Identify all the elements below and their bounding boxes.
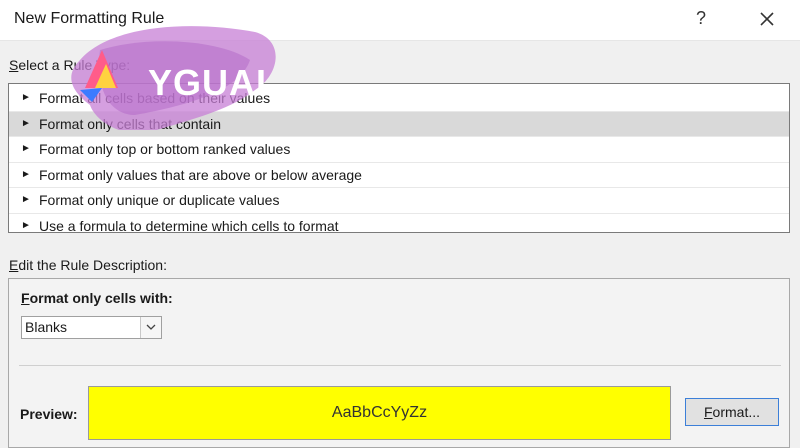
window-title: New Formatting Rule <box>14 10 165 27</box>
condition-select-value: Blanks <box>25 319 68 335</box>
rule-type-item[interactable]: ► Format all cells based on their values <box>9 86 789 112</box>
chevron-down-icon <box>146 324 156 330</box>
rule-type-label: Select a Rule Type: <box>9 57 131 73</box>
rule-type-item[interactable]: ► Use a formula to determine which cells … <box>9 214 789 239</box>
arrow-right-icon: ► <box>21 117 31 129</box>
rule-type-list[interactable]: ► Format all cells based on their values … <box>8 83 790 234</box>
rule-type-item[interactable]: ► Format only unique or duplicate values <box>9 188 789 214</box>
rule-type-item[interactable]: ► Format only values that are above or be… <box>9 163 789 189</box>
title-bar: New Formatting Rule ? <box>0 0 800 41</box>
divider <box>19 365 781 366</box>
rule-type-item-selected[interactable]: ► Format only cells that contain <box>9 111 789 138</box>
close-button[interactable] <box>752 4 782 34</box>
arrow-right-icon: ► <box>21 219 31 231</box>
dropdown-button[interactable] <box>140 317 161 338</box>
preview-box: AaBbCcYyZz <box>88 386 671 440</box>
arrow-right-icon: ► <box>21 143 31 155</box>
rule-type-item[interactable]: ► Format only top or bottom ranked values <box>9 137 789 163</box>
format-only-cells-label: Format only cells with: <box>21 290 173 306</box>
arrow-right-icon: ► <box>21 194 31 206</box>
rule-description-panel: Format only cells with: Blanks Preview: … <box>8 278 790 448</box>
arrow-right-icon: ► <box>21 168 31 180</box>
format-button[interactable]: Format... <box>685 398 779 426</box>
preview-label: Preview: <box>20 406 78 422</box>
condition-select[interactable]: Blanks <box>21 316 162 339</box>
close-icon <box>760 12 774 26</box>
preview-sample-text: AaBbCcYyZz <box>331 404 428 421</box>
rule-description-label: Edit the Rule Description: <box>9 257 167 273</box>
arrow-right-icon: ► <box>21 92 31 103</box>
help-button[interactable]: ? <box>696 8 706 29</box>
